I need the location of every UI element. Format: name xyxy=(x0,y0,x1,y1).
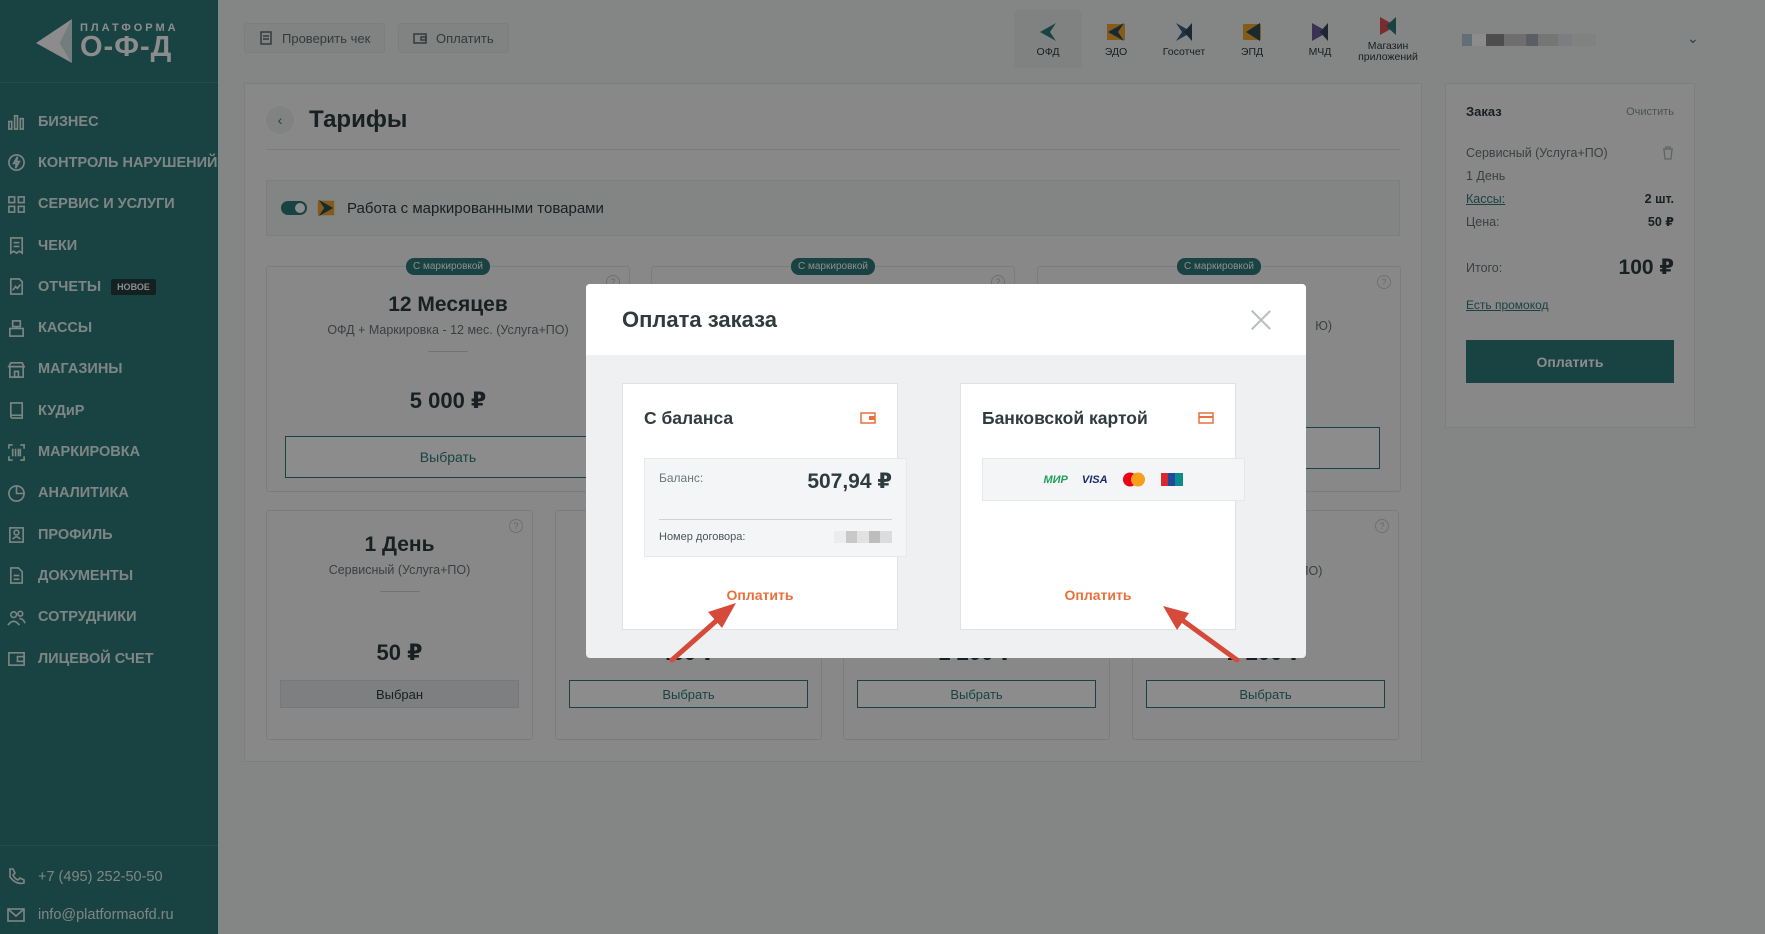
wallet-icon xyxy=(860,412,876,424)
payment-modal: Оплата заказа С баланса Баланс: 507,94 ₽… xyxy=(586,284,1306,658)
card-option-title: Банковской картой xyxy=(982,408,1148,428)
balance-box: Баланс: 507,94 ₽ Номер договора: xyxy=(644,458,907,557)
modal-title: Оплата заказа xyxy=(622,306,778,332)
pay-from-balance-link[interactable]: Оплатить xyxy=(623,587,897,603)
pay-by-card-link[interactable]: Оплатить xyxy=(961,587,1235,603)
contract-label: Номер договора: xyxy=(659,531,746,543)
divider xyxy=(659,519,892,520)
balance-amount: 507,94 ₽ xyxy=(807,470,892,493)
mir-logo: МИР xyxy=(1043,473,1068,486)
card-brands: МИР VISA xyxy=(982,458,1245,501)
contract-number-blurred xyxy=(834,531,892,543)
mastercard-logo-icon xyxy=(1122,472,1145,487)
pay-from-balance-card: С баланса Баланс: 507,94 ₽ Номер договор… xyxy=(622,383,907,630)
balance-label: Баланс: xyxy=(659,471,704,485)
balance-option-title: С баланса xyxy=(644,408,734,428)
visa-logo: VISA xyxy=(1081,473,1108,486)
close-icon[interactable] xyxy=(1250,309,1272,331)
unionpay-logo-icon xyxy=(1160,473,1183,486)
credit-card-icon xyxy=(1198,412,1214,424)
pay-by-card-card: Банковской картой МИР VISA Оплатить xyxy=(960,383,1245,630)
